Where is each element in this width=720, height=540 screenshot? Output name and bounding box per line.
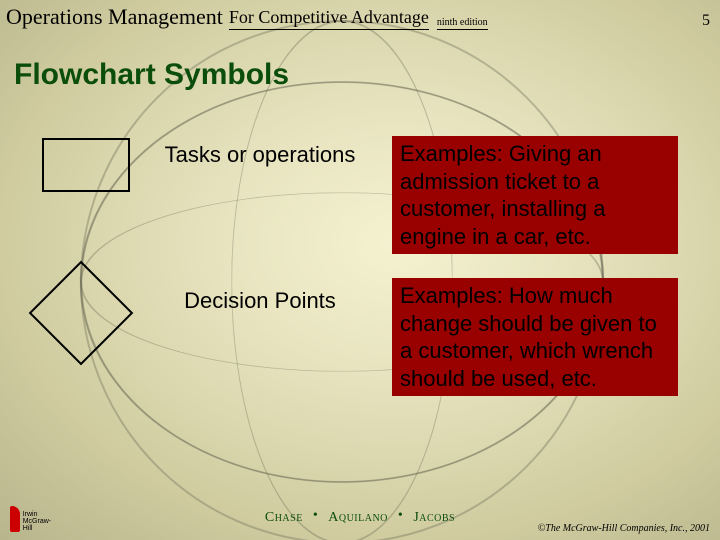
separator-dot: • [313,508,318,523]
header: Operations Management For Competitive Ad… [0,0,720,32]
book-title-sub: For Competitive Advantage [229,7,429,30]
copyright-text: ©The McGraw-Hill Companies, Inc., 2001 [538,523,710,534]
edition-label: ninth edition [437,17,488,30]
author-3: Jacobs [413,510,455,525]
slide: Operations Management For Competitive Ad… [0,0,720,540]
logo-mark-icon [10,506,20,532]
flowchart-decision-diamond-icon [29,261,134,366]
publisher-logo: Irwin McGraw-Hill [10,504,56,532]
book-title-main: Operations Management [6,4,223,30]
flowchart-task-rectangle-icon [42,138,130,192]
task-example-box: Examples: Giving an admission ticket to … [392,136,678,254]
logo-text: Irwin McGraw-Hill [23,511,56,532]
author-2: Aquilano [328,510,388,525]
task-label: Tasks or operations [150,142,370,168]
slide-title: Flowchart Symbols [14,58,289,92]
author-1: Chase [265,510,303,525]
decision-example-box: Examples: How much change should be give… [392,278,678,396]
page-number: 5 [702,12,710,30]
separator-dot: • [398,508,403,523]
decision-label: Decision Points [150,288,370,314]
